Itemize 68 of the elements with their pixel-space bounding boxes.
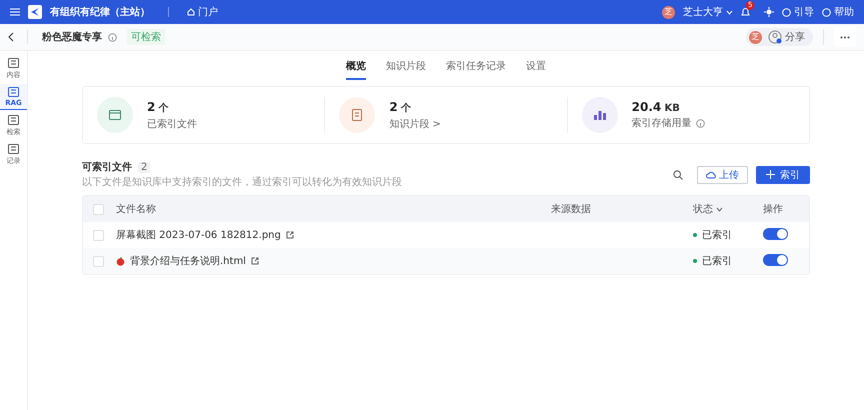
info-icon	[108, 32, 117, 42]
status-text: 已索引	[702, 228, 732, 242]
column-header: 来源数据	[551, 202, 592, 216]
tab[interactable]: 概览	[346, 56, 366, 80]
count-badge: 2	[138, 162, 150, 172]
list-icon	[7, 114, 20, 126]
search-icon[interactable]	[673, 170, 683, 180]
section-title: 可索引文件	[82, 160, 132, 174]
more-icon	[840, 36, 850, 38]
toggle-switch[interactable]	[763, 228, 788, 240]
toggle-switch[interactable]	[763, 254, 788, 266]
select-all-checkbox[interactable]	[93, 204, 104, 214]
member-avatar: 芝	[749, 30, 762, 44]
stat-unit: 个	[400, 102, 411, 114]
column-header: 操作	[763, 203, 784, 216]
info-icon	[696, 118, 705, 128]
more-button[interactable]	[834, 27, 856, 47]
stat-value: 2	[389, 100, 398, 114]
status-filter[interactable]: 状态	[693, 202, 763, 216]
tab[interactable]: 知识片段	[386, 56, 426, 80]
stat-label: 索引存储用量	[632, 116, 692, 130]
bell-icon[interactable]	[741, 7, 750, 17]
stat-value: 2	[147, 100, 156, 114]
chevron-down-icon	[716, 206, 723, 212]
column-header: 文件名称	[116, 202, 157, 216]
page-title: 粉色恶魔专享	[42, 30, 102, 44]
list-icon	[7, 143, 20, 155]
cloud-icon	[706, 170, 716, 178]
external-link-icon[interactable]	[250, 257, 259, 265]
external-link-icon[interactable]	[286, 231, 294, 239]
file-name: 屏幕截图 2023-07-06 182812.png	[116, 228, 281, 242]
add-index-button[interactable]: 索引	[756, 166, 810, 184]
file-name: 背景介绍与任务说明.html	[130, 254, 246, 268]
stat-value: 20.4	[632, 100, 662, 114]
section-description: 以下文件是知识库中支持索引的文件，通过索引可以转化为有效知识片段	[82, 176, 402, 189]
tab[interactable]: 索引任务记录	[446, 56, 506, 80]
upload-button[interactable]: 上传	[697, 166, 748, 184]
user-menu[interactable]: 芝士大亨	[683, 5, 733, 19]
bar-chart-icon	[594, 110, 606, 120]
apple-icon	[116, 256, 125, 266]
stat-label: 已索引文件	[147, 118, 197, 130]
stat-unit: 个	[158, 102, 169, 114]
plus-icon	[766, 170, 775, 179]
app-title: 有组织有纪律（主站）	[50, 5, 150, 19]
status-text: 已索引	[702, 254, 732, 268]
status-tag: 可检索	[127, 29, 165, 45]
home-icon	[187, 8, 195, 16]
row-checkbox[interactable]	[93, 230, 104, 240]
stat-unit: KB	[664, 103, 680, 114]
document-icon	[352, 109, 362, 121]
chevron-down-icon	[726, 10, 733, 14]
share-button[interactable]: 分享	[768, 30, 805, 44]
tab[interactable]: 设置	[526, 56, 546, 80]
logo-icon	[28, 5, 42, 19]
sun-icon[interactable]	[764, 7, 774, 17]
row-checkbox[interactable]	[93, 256, 104, 266]
menu-icon[interactable]	[10, 8, 20, 16]
portal-link[interactable]: 门户	[187, 5, 218, 19]
guide-link[interactable]: 引导	[782, 5, 814, 19]
list-icon	[7, 57, 20, 69]
help-icon	[822, 8, 831, 16]
circle-icon	[782, 8, 791, 16]
folder-icon	[109, 110, 121, 120]
help-link[interactable]: 帮助	[822, 5, 854, 19]
list-icon	[7, 86, 20, 98]
user-icon	[768, 30, 782, 44]
stat-label: 知识片段 >	[389, 118, 441, 130]
back-icon[interactable]	[8, 32, 15, 42]
